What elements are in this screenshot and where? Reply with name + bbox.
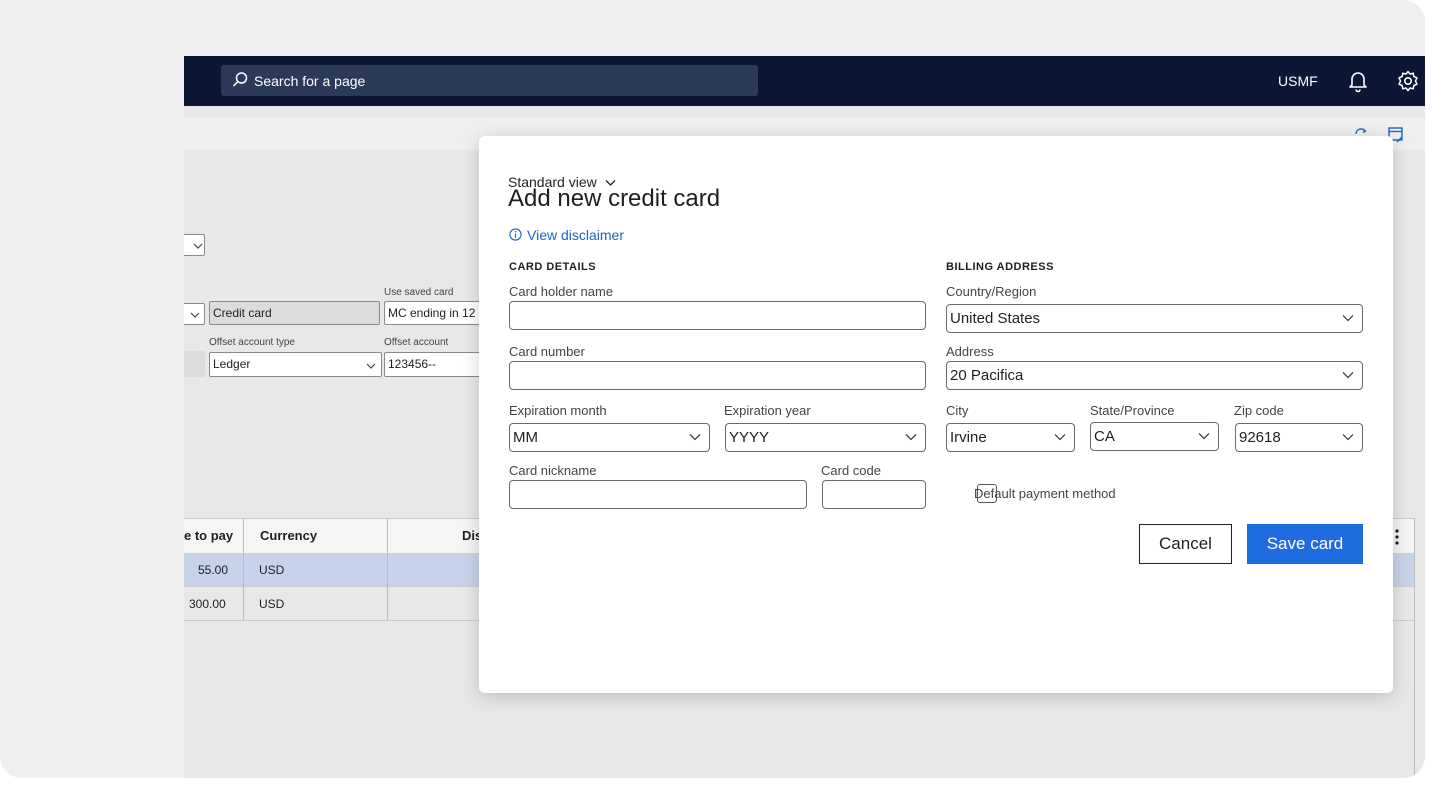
chevron-down-icon xyxy=(190,312,200,318)
state-province-value: CA xyxy=(1094,428,1115,445)
offset-account-field[interactable]: 123456-- xyxy=(384,352,494,377)
country-region-select[interactable]: United States xyxy=(946,304,1363,333)
grid-divider xyxy=(1414,518,1415,778)
city-select[interactable]: Irvine xyxy=(946,423,1075,452)
city-value: Irvine xyxy=(950,429,987,446)
offset-account-type-field[interactable]: Ledger xyxy=(209,352,382,377)
expiration-year-select[interactable]: YYYY xyxy=(725,423,926,452)
view-disclaimer-link[interactable]: View disclaimer xyxy=(509,227,624,243)
search-placeholder: Search for a page xyxy=(254,73,366,89)
dialog-title: Add new credit card xyxy=(508,185,721,212)
expiration-month-select[interactable]: MM xyxy=(509,423,710,452)
gear-icon[interactable] xyxy=(1396,69,1420,93)
expiration-month-label: Expiration month xyxy=(509,403,607,418)
bell-icon[interactable] xyxy=(1346,69,1370,93)
chevron-down-icon xyxy=(905,434,917,441)
card-holder-name-label: Card holder name xyxy=(509,284,614,299)
city-label: City xyxy=(946,403,969,418)
currency-cell: USD xyxy=(259,597,285,611)
amount-cell: 55.00 xyxy=(198,563,229,577)
expiration-year-value: YYYY xyxy=(729,429,770,446)
chevron-down-icon xyxy=(366,363,376,369)
card-number-label: Card number xyxy=(509,344,585,359)
currency-cell: USD xyxy=(259,563,285,577)
view-disclaimer-text: View disclaimer xyxy=(527,227,624,243)
chevron-down-icon xyxy=(193,243,203,249)
amount-cell: 300.00 xyxy=(189,597,226,611)
chevron-down-icon xyxy=(1342,434,1354,441)
expiration-month-value: MM xyxy=(513,429,538,446)
info-icon xyxy=(509,228,522,241)
grid-divider xyxy=(243,518,244,620)
zip-code-label: Zip code xyxy=(1234,403,1284,418)
bg-readonly-cell xyxy=(184,351,205,377)
grid-divider xyxy=(387,518,388,620)
cancel-button[interactable]: Cancel xyxy=(1139,524,1232,564)
zip-code-select[interactable]: 92618 xyxy=(1235,423,1363,452)
bg-dropdown-1[interactable] xyxy=(184,234,205,256)
offset-account-label: Offset account xyxy=(384,337,449,348)
zip-code-value: 92618 xyxy=(1239,429,1281,446)
state-province-select[interactable]: CA xyxy=(1090,422,1219,451)
search-box[interactable]: Search for a page xyxy=(221,65,758,96)
chevron-down-icon xyxy=(689,434,701,441)
chevron-down-icon xyxy=(1198,433,1210,440)
country-region-label: Country/Region xyxy=(946,284,1037,299)
card-code-label: Card code xyxy=(821,463,881,478)
card-nickname-label: Card nickname xyxy=(509,463,597,478)
billing-address-heading: BILLING ADDRESS xyxy=(946,261,1054,273)
default-payment-method-label: Default payment method xyxy=(974,486,1116,501)
offset-account-type-value: Ledger xyxy=(213,357,251,371)
use-saved-card-field[interactable]: MC ending in 12 xyxy=(384,301,494,325)
address-select[interactable]: 20 Pacifica xyxy=(946,361,1363,390)
card-number-input[interactable] xyxy=(509,361,926,390)
chevron-down-icon xyxy=(1342,315,1354,322)
card-code-input[interactable] xyxy=(822,480,926,509)
add-credit-card-dialog: Standard view Add new credit card View d… xyxy=(479,136,1393,693)
column-header-currency[interactable]: Currency xyxy=(260,528,317,543)
state-province-label: State/Province xyxy=(1090,403,1175,418)
company-selector[interactable]: USMF xyxy=(1278,73,1318,89)
column-header-amount[interactable]: e to pay xyxy=(184,528,233,543)
country-region-value: United States xyxy=(950,310,1041,327)
expiration-year-label: Expiration year xyxy=(724,403,811,418)
search-icon xyxy=(232,72,248,87)
save-card-button[interactable]: Save card xyxy=(1247,524,1363,564)
top-navigation-bar: Search for a page USMF xyxy=(184,56,1425,106)
bg-dropdown-2[interactable] xyxy=(184,303,205,325)
chevron-down-icon xyxy=(1342,372,1354,379)
card-holder-name-input[interactable] xyxy=(509,301,926,330)
use-saved-card-label: Use saved card xyxy=(384,287,454,298)
chevron-down-icon xyxy=(1054,434,1066,441)
address-value: 20 Pacifica xyxy=(950,367,1024,384)
window-frame: Search for a page USMF Credit card Use s… xyxy=(0,0,1425,778)
card-details-heading: CARD DETAILS xyxy=(509,261,597,273)
offset-account-type-label: Offset account type xyxy=(209,337,295,348)
address-label: Address xyxy=(946,344,994,359)
method-of-payment-field[interactable]: Credit card xyxy=(209,301,380,325)
card-nickname-input[interactable] xyxy=(509,480,807,509)
